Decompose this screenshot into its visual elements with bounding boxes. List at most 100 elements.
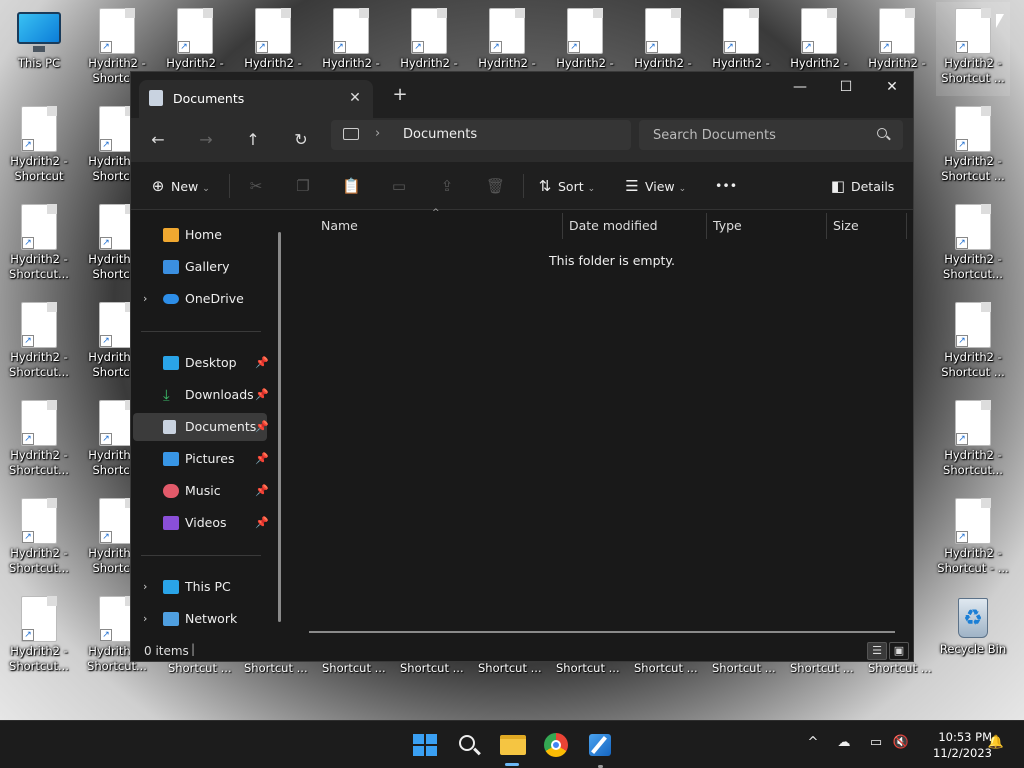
sort-button[interactable]: ⇅ Sort ⌄ (536, 174, 595, 198)
details-label: Details (850, 179, 895, 194)
network-tray-icon[interactable]: ▭ (866, 735, 886, 755)
sort-caret-icon: ^ (432, 208, 440, 218)
notification-bell-icon[interactable]: 🔔 (986, 735, 1006, 755)
taskbar-search-icon[interactable] (452, 729, 484, 761)
pictures-icon (163, 452, 179, 466)
desktop-shortcut[interactable]: ↗ Hydrith2 - Shortcut... (2, 492, 76, 586)
desktop-shortcut[interactable]: ↗ Hydrith2 - Shortcut ... (936, 100, 1010, 194)
column-divider[interactable] (706, 213, 707, 239)
expand-chevron-icon[interactable]: › (143, 285, 147, 313)
back-button[interactable]: ← (143, 126, 173, 154)
delete-icon[interactable]: 🗑 (486, 174, 505, 198)
maximize-button[interactable]: ☐ (823, 72, 869, 102)
column-divider[interactable] (562, 213, 563, 239)
details-pane-icon: ◧ (830, 177, 846, 195)
view-icon: ☰ (625, 177, 639, 195)
desktop-icon-this-pc[interactable]: This PC (2, 2, 76, 96)
desktop-icon-recycle-bin[interactable]: ♻ Recycle Bin (936, 590, 1010, 684)
view-button[interactable]: ☰ View ⌄ (623, 174, 686, 198)
details-view-icon[interactable]: ☰ (867, 642, 887, 660)
refresh-button[interactable]: ↻ (286, 126, 316, 154)
system-clock[interactable]: 10:53 PM 11/2/2023 (916, 729, 992, 761)
nav-item-desktop[interactable]: Desktop 📌 (133, 349, 269, 377)
search-input[interactable] (639, 120, 903, 150)
command-bar: ⊕ New ⌄ ✂ ❐ 📋 ▭ ⇪ 🗑 ⇅ Sort ⌄ ☰ View ⌄ ••… (131, 162, 913, 210)
pin-icon[interactable]: 📌 (255, 349, 269, 377)
rename-icon[interactable]: ▭ (390, 174, 408, 198)
minimize-button[interactable]: — (777, 72, 823, 102)
more-options-button[interactable]: ••• (715, 174, 737, 198)
pin-icon[interactable]: 📌 (255, 413, 269, 441)
desktop-shortcut[interactable]: ↗ Hydrith2 - Shortcut ... (936, 296, 1010, 390)
shortcut-icon: ↗ (723, 8, 759, 54)
chevron-right-icon[interactable]: › (375, 126, 380, 141)
start-button[interactable] (408, 729, 440, 761)
column-header-type[interactable]: Type (713, 218, 742, 233)
shortcut-icon: ↗ (21, 106, 57, 152)
share-icon[interactable]: ⇪ (438, 174, 456, 198)
cut-icon[interactable]: ✂ (247, 174, 265, 198)
address-bar[interactable]: › Documents (331, 120, 631, 150)
desktop-shortcut[interactable]: ↗ Hydrith2 - Shortcut (2, 100, 76, 194)
desktop-icon-label: Hydrith2 - (712, 56, 770, 70)
column-header-date-modified[interactable]: Date modified (569, 218, 658, 233)
nav-item-network[interactable]: › Network (133, 605, 267, 633)
nav-item-onedrive[interactable]: › OneDrive (133, 285, 267, 313)
paste-icon[interactable]: 📋 (342, 174, 361, 198)
pin-icon[interactable]: 📌 (255, 445, 269, 473)
shortcut-icon: ↗ (21, 400, 57, 446)
new-button[interactable]: ⊕ New ⌄ (149, 174, 210, 198)
expand-chevron-icon[interactable]: › (143, 605, 147, 633)
pin-icon[interactable]: 📌 (255, 477, 269, 505)
desktop-shortcut[interactable]: ↗ Hydrith2 - Shortcut... (936, 198, 1010, 292)
tiles-view-icon[interactable]: ▣ (889, 642, 909, 660)
breadcrumb-documents[interactable]: Documents (403, 127, 477, 142)
copy-icon[interactable]: ❐ (294, 174, 312, 198)
details-button[interactable]: ◧ Details (829, 174, 894, 198)
desktop-shortcut[interactable]: ↗ Hydrith2 - Shortcut... (2, 198, 76, 292)
column-divider[interactable] (826, 213, 827, 239)
desktop-shortcut[interactable]: ↗ Hydrith2 - Shortcut - ... (936, 492, 1010, 586)
new-tab-button[interactable]: + (389, 84, 411, 106)
empty-folder-message: This folder is empty. (549, 253, 676, 268)
show-hidden-icons-chevron-icon[interactable]: ^ (806, 735, 820, 755)
paint-taskbar-icon[interactable] (584, 729, 616, 768)
nav-pane-scrollbar[interactable] (278, 232, 281, 622)
nav-item-this-pc[interactable]: › This PC (133, 573, 267, 601)
column-header-size[interactable]: Size (833, 218, 859, 233)
volume-muted-icon[interactable]: 🔇 (892, 735, 910, 755)
nav-item-gallery[interactable]: Gallery (133, 253, 267, 281)
nav-item-documents[interactable]: Documents 📌 (133, 413, 269, 441)
nav-item-pictures[interactable]: Pictures 📌 (133, 445, 269, 473)
expand-chevron-icon[interactable]: › (143, 573, 147, 601)
chrome-taskbar-icon[interactable] (540, 729, 572, 761)
up-button[interactable]: ↑ (238, 126, 268, 154)
nav-item-music[interactable]: Music 📌 (133, 477, 269, 505)
onedrive-tray-icon[interactable]: ☁ (834, 735, 854, 755)
forward-button[interactable]: → (191, 126, 221, 154)
nav-item-home[interactable]: Home (133, 221, 267, 249)
desktop-shortcut[interactable]: ↗ Hydrith2 - Shortcut... (936, 394, 1010, 488)
tab-close-button[interactable]: ✕ (345, 88, 365, 108)
desktop-shortcut[interactable]: ↗ Hydrith2 - Shortcut... (2, 394, 76, 488)
mouse-cursor-icon (996, 14, 1004, 28)
file-explorer-taskbar-icon[interactable] (496, 729, 528, 766)
chevron-down-icon: ⌄ (587, 184, 596, 194)
search-icon[interactable] (877, 128, 887, 138)
shortcut-icon: ↗ (255, 8, 291, 54)
pin-icon[interactable]: 📌 (255, 381, 269, 409)
desktop-icon-label: Hydrith2 - Shortcut... (943, 448, 1003, 477)
shortcut-icon: ↗ (955, 8, 991, 54)
close-window-button[interactable]: ✕ (869, 72, 915, 102)
tab-documents[interactable]: Documents ✕ (139, 80, 373, 118)
nav-item-downloads[interactable]: ⤓ Downloads 📌 (133, 381, 269, 409)
column-divider[interactable] (906, 213, 907, 239)
active-app-indicator (505, 763, 519, 766)
desktop-shortcut[interactable]: ↗ Hydrith2 - Shortcut... (2, 296, 76, 390)
pin-icon[interactable]: 📌 (255, 509, 269, 537)
shortcut-icon: ↗ (489, 8, 525, 54)
desktop-shortcut[interactable]: ↗ Hydrith2 - Shortcut... (2, 590, 76, 684)
nav-item-videos[interactable]: Videos 📌 (133, 509, 269, 537)
horizontal-scrollbar[interactable] (309, 631, 895, 633)
column-header-name[interactable]: Name (321, 218, 358, 233)
